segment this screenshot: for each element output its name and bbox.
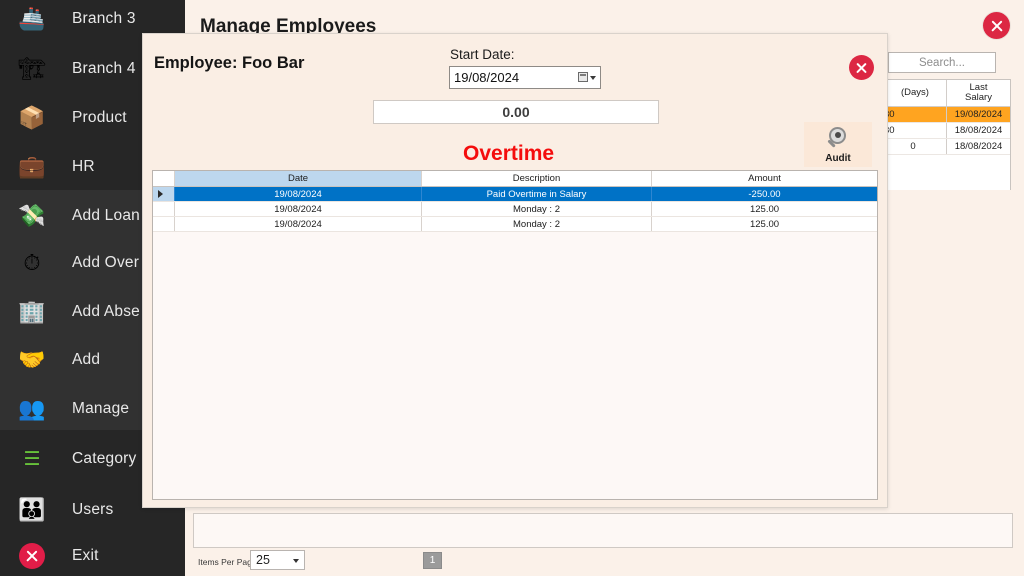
manage-people-icon: 👥 [18, 396, 46, 421]
sidebar-item-label: Add [72, 351, 101, 368]
table-header-row: Date Description Amount [153, 171, 877, 187]
sidebar-item-exit[interactable]: Exit [0, 531, 185, 576]
sidebar-item-label: Branch 3 [72, 10, 136, 27]
cell-last-salary: 19/08/2024 [946, 107, 1010, 122]
sidebar-item-label: Add Abse [72, 303, 140, 320]
table-empty-space [880, 155, 1010, 190]
search-input[interactable]: Search... [888, 52, 996, 73]
calendar-icon [578, 72, 588, 82]
sidebar-item-label: Add Loan [72, 207, 140, 224]
magnifier-eye-icon [825, 126, 851, 152]
table-row[interactable]: 30 19/08/2024 [880, 107, 1010, 123]
items-per-page-label: Items Per Page [198, 557, 257, 567]
column-header-description[interactable]: Description [422, 171, 652, 186]
start-date-input[interactable]: 19/08/2024 [449, 66, 601, 89]
table-header-row: (Days) Last Salary [880, 80, 1010, 107]
cell-description: Monday : 2 [422, 217, 652, 231]
overtime-grid[interactable]: Date Description Amount 19/08/2024 Paid … [152, 170, 878, 500]
audit-button[interactable]: Audit [804, 122, 872, 167]
boxes-icon: 📦 [18, 105, 46, 130]
chevron-down-icon [293, 559, 299, 563]
cell-last-salary: 18/08/2024 [946, 139, 1010, 154]
row-indicator [153, 217, 175, 231]
calendar-dropdown-button[interactable] [578, 72, 596, 82]
crane-branch-icon: 🏗 [18, 56, 46, 81]
column-header-last-salary-line2: Salary [965, 92, 992, 103]
column-header-date[interactable]: Date [175, 171, 422, 186]
sidebar-item-label: Add Over [72, 254, 140, 271]
application-window: Manage Employees Search... (Days) Last S… [0, 0, 1024, 576]
sidebar-item-label: Branch 4 [72, 60, 136, 77]
overtime-dialog: Employee: Foo Bar Start Date: 19/08/2024… [142, 33, 888, 508]
section-title-overtime: Overtime [463, 142, 555, 165]
table-body: 19/08/2024 Paid Overtime in Salary -250.… [153, 187, 877, 232]
start-date-value: 19/08/2024 [454, 70, 520, 85]
clock-overtime-icon: ⏱ [23, 250, 41, 275]
audit-button-label: Audit [825, 152, 851, 164]
table-row[interactable]: 30 18/08/2024 [880, 123, 1010, 139]
cell-date: 19/08/2024 [175, 202, 422, 216]
table-row[interactable]: 19/08/2024 Monday : 2 125.00 [153, 202, 877, 217]
cell-days: 30 [884, 125, 895, 136]
chevron-down-icon [590, 76, 596, 80]
items-per-page-select[interactable]: 25 [250, 550, 305, 570]
cell-last-salary: 18/08/2024 [946, 123, 1010, 138]
loan-network-icon: 💸 [18, 203, 46, 228]
hr-desk-icon: 💼 [18, 154, 46, 179]
cell-description: Paid Overtime in Salary [422, 187, 652, 201]
boat-branch-icon: 🚢 [18, 6, 46, 31]
cell-days: 30 [884, 109, 895, 120]
column-header-last-salary[interactable]: Last Salary [946, 80, 1010, 106]
total-amount-display: 0.00 [373, 100, 659, 124]
sidebar-item-label: Manage [72, 400, 130, 417]
column-header-days[interactable]: (Days) [880, 80, 946, 106]
table-row[interactable]: 0 18/08/2024 [880, 139, 1010, 155]
sidebar-item-label: Category [72, 450, 137, 467]
row-indicator [153, 187, 175, 201]
close-dialog-button[interactable] [849, 55, 874, 80]
employee-name-title: Employee: Foo Bar [154, 54, 305, 72]
pagination-page-1-button[interactable]: 1 [423, 552, 442, 569]
add-employee-icon: 🤝 [18, 347, 46, 372]
table-row[interactable]: 19/08/2024 Paid Overtime in Salary -250.… [153, 187, 877, 202]
caret-right-icon [158, 190, 163, 198]
items-per-page-value: 25 [256, 553, 270, 567]
absence-icon: 🏢 [18, 299, 46, 324]
employee-summary-grid[interactable]: (Days) Last Salary 30 19/08/2024 30 18/0… [879, 79, 1011, 190]
sidebar-item-label: Exit [72, 547, 99, 564]
sidebar-item-label: HR [72, 158, 95, 175]
cell-description: Monday : 2 [422, 202, 652, 216]
sidebar-item-label: Product [72, 109, 127, 126]
table-row[interactable]: 19/08/2024 Monday : 2 125.00 [153, 217, 877, 232]
table-empty-space [153, 232, 877, 499]
sidebar-item-label: Users [72, 501, 114, 518]
cell-amount: 125.00 [749, 203, 780, 215]
cell-amount: 125.00 [749, 218, 780, 230]
close-window-button[interactable] [983, 12, 1010, 39]
cell-date: 19/08/2024 [175, 187, 422, 201]
bottom-detail-panel [193, 513, 1013, 548]
users-icon: 👪 [18, 497, 46, 522]
column-header-amount[interactable]: Amount [652, 171, 877, 186]
cell-days: 0 [910, 141, 916, 152]
exit-icon [14, 538, 50, 574]
start-date-label: Start Date: [450, 47, 515, 62]
cell-date: 19/08/2024 [175, 217, 422, 231]
list-category-icon: ☰ [23, 448, 41, 470]
cell-amount: -250.00 [748, 188, 781, 200]
row-indicator [153, 202, 175, 216]
row-indicator-header [153, 171, 175, 186]
